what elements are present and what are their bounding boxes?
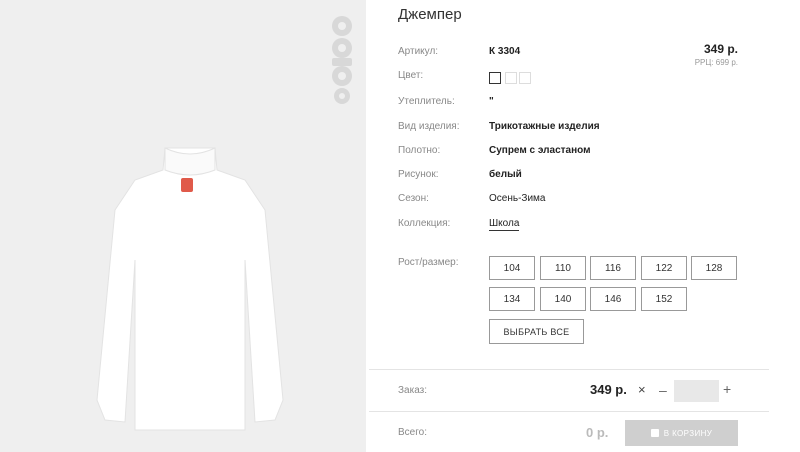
field-value-article: К 3304: [489, 46, 521, 57]
size-button-110[interactable]: 110: [540, 256, 586, 280]
field-value-fabric: Супрем с эластаном: [489, 145, 591, 156]
divider: [369, 411, 769, 412]
field-label-fabric: Полотно:: [398, 145, 441, 156]
product-price: 349 р.: [703, 42, 738, 56]
total-value: 0 р.: [586, 425, 609, 440]
add-to-cart-label: В КОРЗИНУ: [663, 428, 713, 438]
increase-quantity-button[interactable]: +: [723, 381, 731, 397]
times-icon: ×: [638, 382, 646, 397]
add-to-cart-button[interactable]: В КОРЗИНУ: [625, 420, 738, 446]
size-button-134[interactable]: 134: [489, 287, 535, 311]
field-label-insulation: Утеплитель:: [398, 96, 455, 107]
quantity-input[interactable]: [674, 380, 719, 402]
size-button-146[interactable]: 146: [590, 287, 636, 311]
size-button-128[interactable]: 128: [691, 256, 737, 280]
field-value-pattern: белый: [489, 169, 522, 180]
size-button-116[interactable]: 116: [590, 256, 636, 280]
order-price: 349 р.: [590, 382, 627, 397]
color-swatch-selected[interactable]: [489, 72, 501, 84]
field-value-type: Трикотажные изделия: [489, 121, 600, 132]
product-title: Джемпер: [398, 6, 462, 23]
field-value-season: Осень-Зима: [489, 193, 546, 204]
field-label-pattern: Рисунок:: [398, 169, 439, 180]
size-button-122[interactable]: 122: [641, 256, 687, 280]
sizes-label: Рост/размер:: [398, 257, 459, 268]
field-label-type: Вид изделия:: [398, 121, 460, 132]
color-swatch[interactable]: [519, 72, 531, 84]
color-swatch[interactable]: [505, 72, 517, 84]
recommended-price: РРЦ: 699 р.: [694, 58, 738, 67]
divider: [369, 369, 769, 370]
decrease-quantity-button[interactable]: –: [659, 382, 667, 398]
select-all-button[interactable]: ВЫБРАТЬ ВСЕ: [489, 319, 584, 344]
field-label-season: Сезон:: [398, 193, 429, 204]
collection-link[interactable]: Школа: [489, 218, 520, 231]
field-value-insulation: ": [489, 96, 494, 107]
product-image: [0, 0, 366, 452]
cart-icon: [650, 429, 659, 437]
total-label: Всего:: [398, 427, 427, 438]
order-label: Заказ:: [398, 385, 428, 396]
jumper-picture: [96, 147, 284, 431]
field-label-color: Цвет:: [398, 70, 424, 81]
size-button-140[interactable]: 140: [540, 287, 586, 311]
size-button-152[interactable]: 152: [641, 287, 687, 311]
brand-logo: [332, 16, 352, 104]
field-label-collection: Коллекция:: [398, 218, 451, 229]
size-button-104[interactable]: 104: [489, 256, 535, 280]
field-label-article: Артикул:: [398, 46, 439, 57]
